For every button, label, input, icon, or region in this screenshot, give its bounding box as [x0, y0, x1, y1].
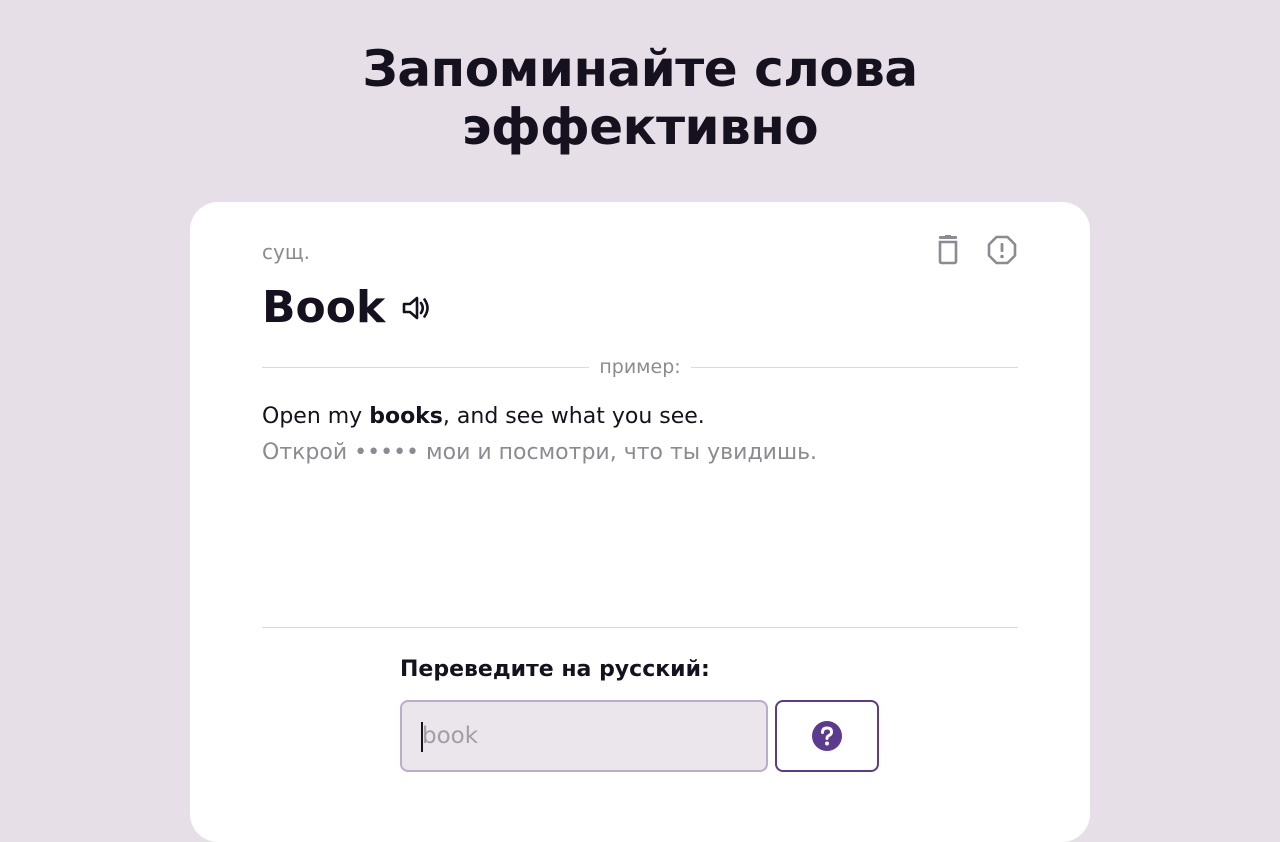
hint-button[interactable] [775, 700, 879, 772]
word-row: Book [262, 280, 433, 336]
report-button[interactable] [986, 234, 1018, 266]
question-icon [812, 721, 842, 751]
example-sentence-en: Open my books, and see what you see. [262, 402, 705, 432]
card-actions [932, 234, 1018, 266]
example-en-after: , and see what you see. [442, 404, 705, 429]
trash-icon [938, 235, 958, 265]
report-icon [987, 235, 1017, 265]
translate-prompt: Переведите на русский: [400, 657, 710, 682]
word-title: Book [262, 282, 386, 333]
pronounce-button[interactable] [399, 291, 433, 325]
page-title: Запоминайте слова эффективно [0, 40, 1280, 156]
divider-line-right [690, 366, 1019, 368]
part-of-speech: сущ. [262, 240, 311, 264]
section-divider [262, 627, 1018, 628]
example-en-highlight: books [369, 404, 443, 429]
page-title-line-2: эффективно [461, 98, 819, 156]
delete-button[interactable] [932, 234, 964, 266]
divider-line-left [262, 366, 590, 368]
text-cursor [421, 722, 423, 752]
word-card: сущ. Book пример: Open my books, and see… [190, 202, 1090, 842]
page-title-line-1: Запоминайте слова [362, 40, 918, 98]
example-en-before: Open my [262, 404, 370, 429]
example-divider-label: пример: [599, 356, 681, 378]
speaker-icon [402, 296, 430, 320]
example-divider: пример: [262, 352, 1019, 382]
example-sentence-ru: Открой ••••• мои и посмотри, что ты увид… [262, 440, 818, 465]
answer-input[interactable] [400, 700, 768, 772]
